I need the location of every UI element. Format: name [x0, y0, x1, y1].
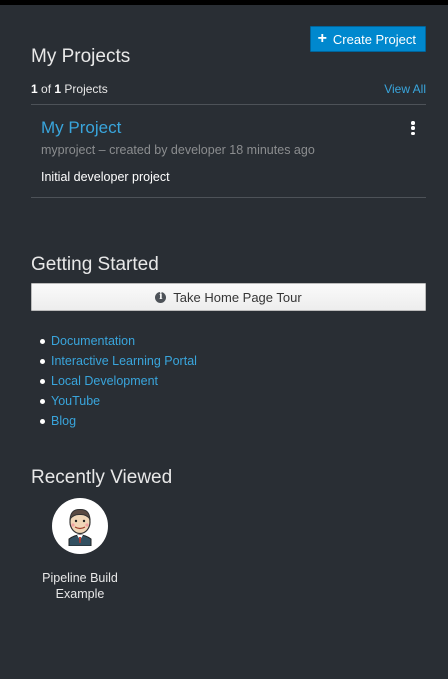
- project-list-item: My Project myproject – created by develo…: [31, 105, 426, 197]
- list-item: YouTube: [31, 391, 197, 411]
- list-item: Blog: [31, 411, 197, 431]
- blog-link[interactable]: Blog: [51, 414, 76, 428]
- kebab-menu-icon[interactable]: [410, 121, 416, 135]
- info-icon: i: [155, 291, 167, 303]
- home-page-tour-button[interactable]: i Take Home Page Tour: [31, 283, 426, 311]
- learning-portal-link[interactable]: Interactive Learning Portal: [51, 354, 197, 368]
- youtube-link[interactable]: YouTube: [51, 394, 100, 408]
- list-item: Local Development: [31, 371, 197, 391]
- tour-label: Take Home Page Tour: [173, 289, 302, 305]
- documentation-link[interactable]: Documentation: [51, 334, 135, 348]
- plus-icon: +: [317, 29, 327, 47]
- list-item: Interactive Learning Portal: [31, 351, 197, 371]
- recent-item-pipeline[interactable]: Pipeline Build Example: [31, 498, 129, 602]
- local-development-link[interactable]: Local Development: [51, 374, 158, 388]
- count-suffix: Projects: [64, 82, 108, 96]
- getting-started-links: Documentation Interactive Learning Porta…: [31, 331, 197, 431]
- divider: [31, 197, 426, 198]
- jenkins-icon-svg: [68, 508, 92, 546]
- project-description: Initial developer project: [41, 170, 170, 184]
- project-name-link[interactable]: My Project: [41, 118, 121, 138]
- list-item: Documentation: [31, 331, 197, 351]
- count-current: 1: [31, 82, 38, 96]
- recent-item-label-line2: Example: [55, 587, 105, 601]
- recently-viewed-title: Recently Viewed: [31, 466, 173, 488]
- project-count: 1 of 1 Projects View All: [31, 82, 426, 96]
- create-project-button[interactable]: + Create Project: [309, 26, 426, 52]
- create-project-label: Create Project: [332, 31, 416, 47]
- top-bar: [0, 0, 448, 5]
- page-title: My Projects: [31, 45, 131, 67]
- recent-item-label-line1: Pipeline Build: [42, 571, 118, 585]
- count-of: of: [41, 82, 52, 96]
- recent-item-label: Pipeline Build Example: [31, 570, 129, 602]
- project-meta: myproject – created by developer 18 minu…: [41, 143, 315, 157]
- count-total: 1: [54, 82, 62, 96]
- view-all-link[interactable]: View All: [384, 82, 426, 96]
- jenkins-icon: [52, 498, 108, 554]
- getting-started-title: Getting Started: [31, 253, 159, 275]
